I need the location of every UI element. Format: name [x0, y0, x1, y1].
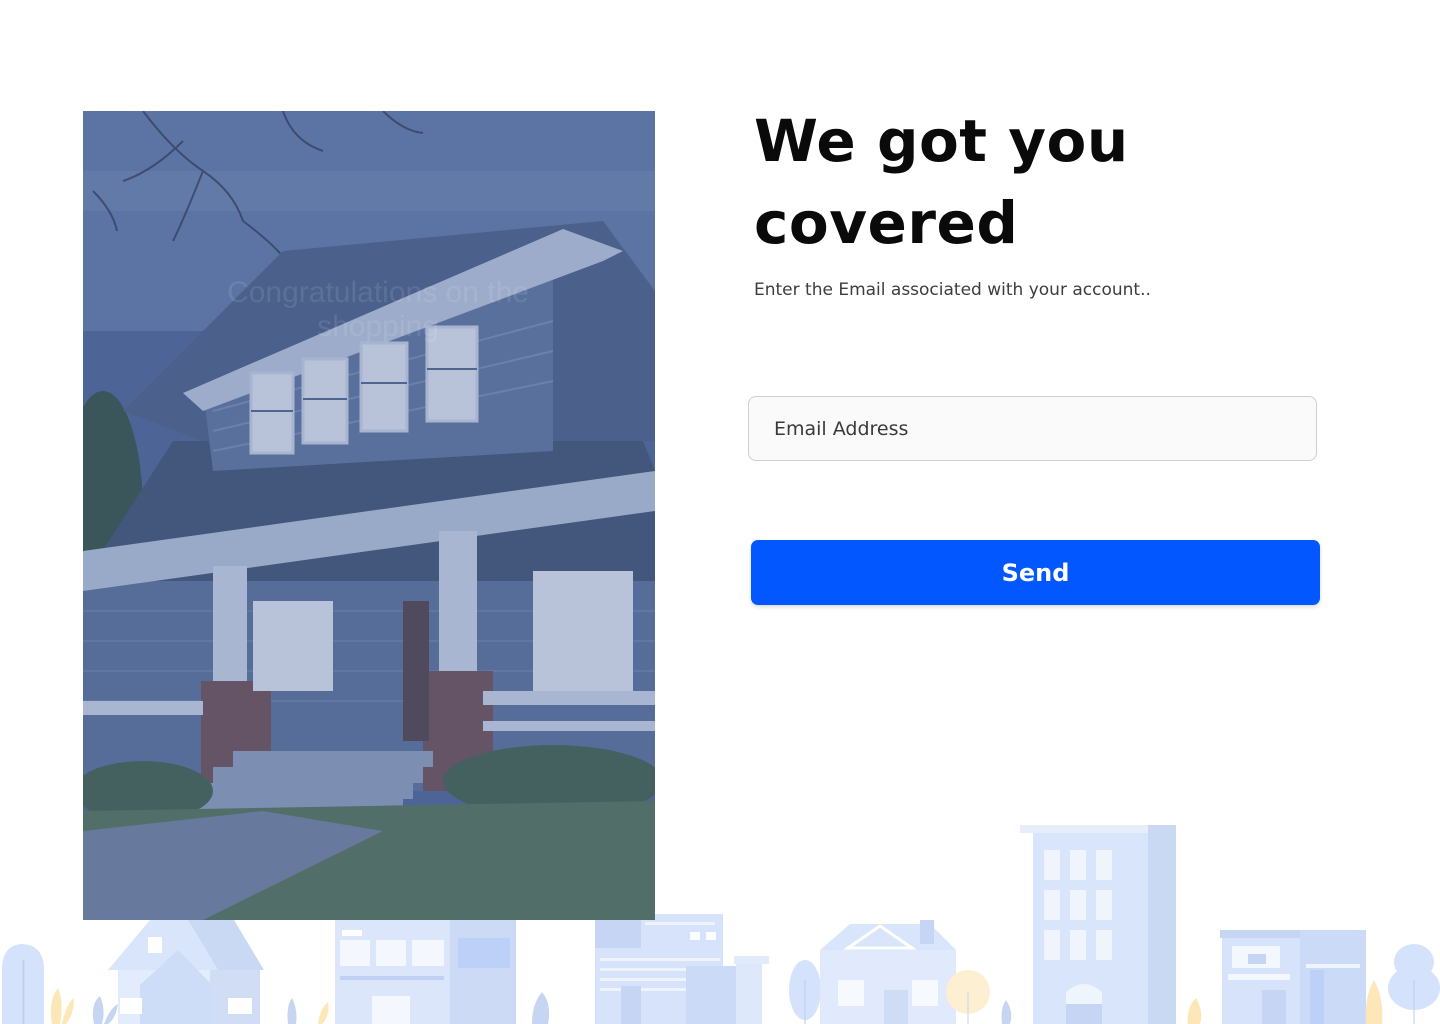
forgot-password-form: We got you covered Enter the Email assoc…: [754, 100, 1354, 300]
page-title: We got you covered: [754, 107, 1129, 257]
email-field[interactable]: [748, 396, 1317, 461]
forgot-password-page: Congratulations on the shopping We got y…: [0, 0, 1440, 1024]
house-photo-icon: [83, 111, 655, 920]
page-subtitle: Enter the Email associated with your acc…: [754, 280, 1151, 300]
send-button[interactable]: Send: [751, 540, 1320, 605]
house-photo: Congratulations on the shopping: [83, 111, 655, 920]
